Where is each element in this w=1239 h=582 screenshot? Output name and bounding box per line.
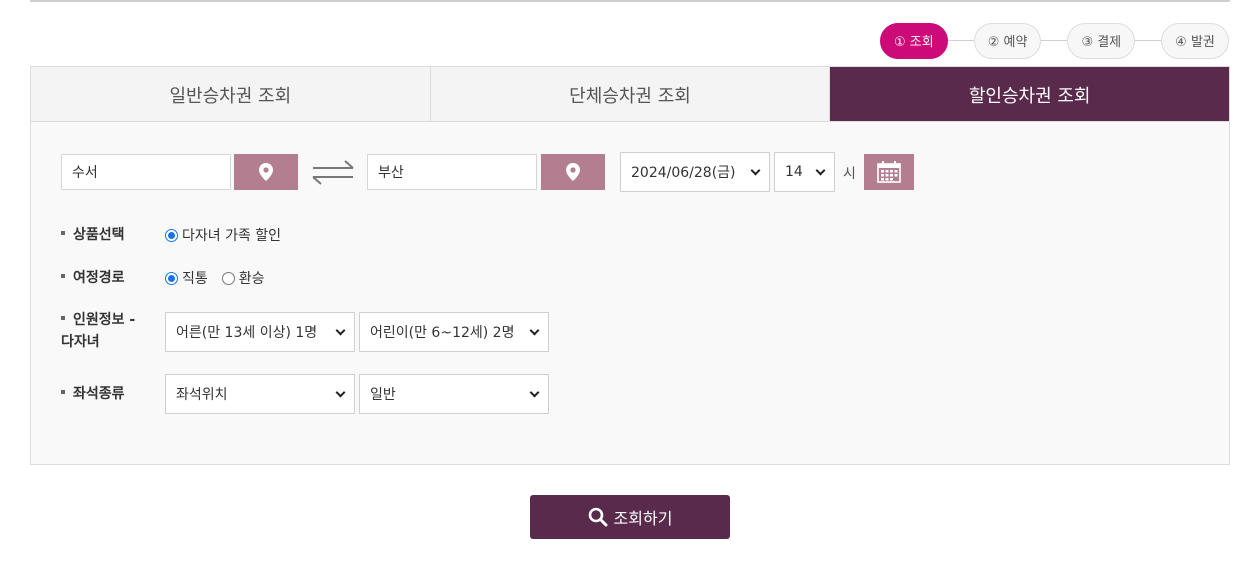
tab-discount-ticket[interactable]: 할인승차권 조회 <box>830 67 1230 122</box>
date-select-value: 2024/06/28(금) <box>631 165 736 181</box>
child-count-select[interactable]: 어린이(만 6~12세) 2명 <box>359 312 549 352</box>
product-radio-label: 다자녀 가족 할인 <box>182 228 282 244</box>
chevron-down-icon <box>529 325 540 335</box>
child-count-value: 어린이(만 6~12세) 2명 <box>370 325 515 341</box>
tab-general-ticket[interactable]: 일반승차권 조회 <box>31 67 431 122</box>
date-select[interactable]: 2024/06/28(금) <box>620 152 770 192</box>
step-connector <box>1041 40 1068 41</box>
chevron-down-icon <box>815 165 826 175</box>
step-indicator: ① 조회 ② 예약 ③ 결제 ④ 발권 <box>880 22 1229 59</box>
seat-position-value: 좌석위치 <box>176 387 228 403</box>
seat-type-label: 좌석종류 <box>61 383 125 405</box>
adult-count-select[interactable]: 어른(만 13세 이상) 1명 <box>165 312 355 352</box>
search-button[interactable]: 조회하기 <box>530 495 730 539</box>
departure-location-button[interactable] <box>234 154 298 190</box>
top-divider <box>30 0 1230 2</box>
swap-stations-button[interactable] <box>310 154 356 190</box>
trip-radio-direct-label: 직통 <box>182 271 208 287</box>
bullet <box>61 316 65 320</box>
trip-radio-transfer[interactable] <box>221 271 235 285</box>
step-4-ticketing: ④ 발권 <box>1161 22 1229 59</box>
step-connector <box>1135 40 1162 41</box>
step-2-reservation: ② 예약 <box>973 22 1042 59</box>
bullet <box>61 231 65 235</box>
map-pin-icon <box>566 163 580 181</box>
swap-arrows-icon <box>312 160 354 185</box>
product-radio-multichild[interactable] <box>165 228 178 242</box>
product-radio-group: 다자녀 가족 할인 <box>165 225 295 245</box>
seat-class-select[interactable]: 일반 <box>359 374 549 414</box>
trip-radio-group: 직통 환승 <box>165 268 279 288</box>
step-connector <box>947 40 974 41</box>
search-panel: 2024/06/28(금) 14 시 상품선택 다자녀 가 <box>30 121 1230 465</box>
seat-position-select[interactable]: 좌석위치 <box>165 374 355 414</box>
search-button-label: 조회하기 <box>613 509 673 528</box>
hour-unit-label: 시 <box>843 166 856 182</box>
arrival-location-button[interactable] <box>541 154 605 190</box>
chevron-down-icon <box>750 165 761 175</box>
arrival-input[interactable] <box>367 154 537 190</box>
trip-radio-direct[interactable] <box>165 271 178 285</box>
calendar-icon <box>877 161 901 183</box>
map-pin-icon <box>259 163 273 181</box>
passenger-info-label: 인원정보 - 다자녀 <box>61 312 136 350</box>
calendar-button[interactable] <box>864 154 914 190</box>
hour-select-value: 14 <box>785 164 803 180</box>
departure-input[interactable] <box>61 154 231 190</box>
chevron-down-icon <box>335 325 346 335</box>
seat-class-value: 일반 <box>370 387 396 403</box>
product-select-label: 상품선택 <box>61 224 125 246</box>
chevron-down-icon <box>335 387 346 397</box>
tab-group-ticket[interactable]: 단체승차권 조회 <box>430 67 831 122</box>
adult-count-value: 어른(만 13세 이상) 1명 <box>176 325 318 341</box>
bullet <box>61 274 65 278</box>
step-3-payment: ③ 결제 <box>1067 22 1136 59</box>
hour-select[interactable]: 14 <box>774 152 835 192</box>
trip-route-label: 여정경로 <box>61 267 125 289</box>
trip-radio-transfer-label: 환승 <box>238 271 265 287</box>
bullet <box>61 390 65 394</box>
search-icon <box>588 507 608 527</box>
ticket-type-tabs: 일반승차권 조회 단체승차권 조회 할인승차권 조회 <box>30 66 1230 122</box>
chevron-down-icon <box>529 387 540 397</box>
step-1-inquiry: ① 조회 <box>880 22 948 59</box>
